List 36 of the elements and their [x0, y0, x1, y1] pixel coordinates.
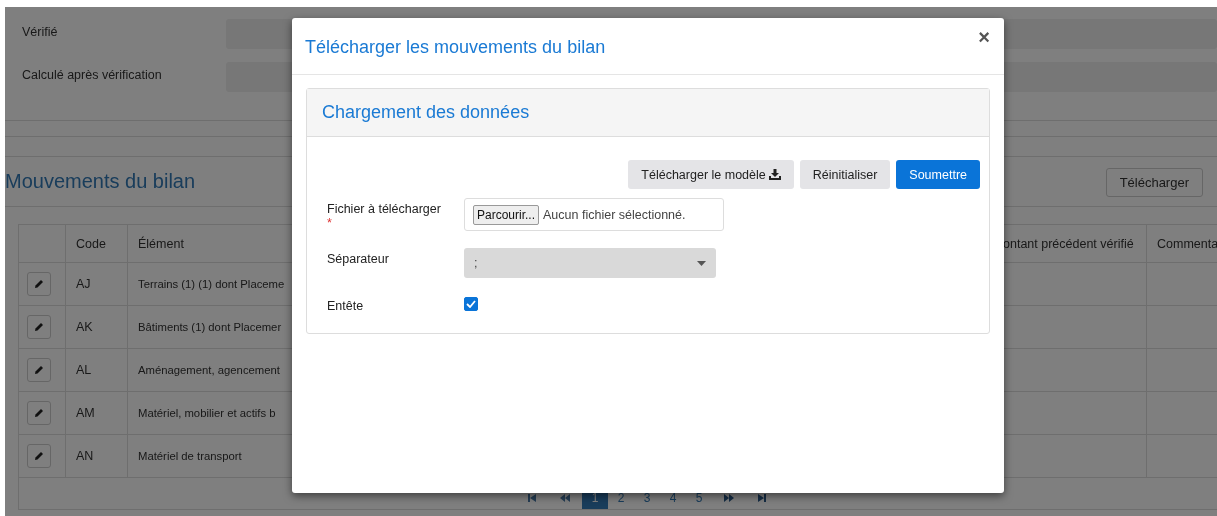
download-icon	[768, 169, 781, 180]
separator-select[interactable]: ;	[464, 248, 716, 278]
table-cell: AK	[65, 305, 128, 349]
section-title: Mouvements du bilan	[5, 170, 196, 193]
table-cell: AJ	[65, 262, 128, 306]
edit-button[interactable]	[27, 315, 51, 339]
edit-button[interactable]	[27, 358, 51, 382]
pencil-icon	[34, 322, 44, 332]
table-cell: AN	[65, 434, 128, 478]
first-page-icon[interactable]	[527, 493, 537, 503]
column-header: Code	[65, 224, 128, 263]
edit-button[interactable]	[27, 444, 51, 468]
panel-title: Chargement des données	[322, 102, 530, 123]
pencil-icon	[34, 451, 44, 461]
download-button[interactable]: Télécharger	[1105, 168, 1203, 197]
header-checkbox[interactable]	[464, 297, 478, 311]
download-template-button[interactable]: Télécharger le modèle	[628, 160, 794, 189]
table-cell: AM	[65, 391, 128, 435]
reset-button[interactable]: Réinitialiser	[799, 160, 891, 189]
close-button[interactable]: ×	[978, 26, 990, 49]
dialog-title: Télécharger les mouvements du bilan	[305, 36, 606, 58]
browse-button[interactable]: Parcourir...	[473, 204, 540, 225]
pencil-icon	[34, 279, 44, 289]
field-label: Vérifié	[21, 24, 59, 39]
pencil-icon	[34, 365, 44, 375]
file-status: Aucun fichier sélectionné.	[543, 207, 686, 222]
submit-button[interactable]: Soumettre	[896, 160, 980, 189]
field-label: Fichier à télécharger	[327, 202, 442, 216]
edit-button[interactable]	[27, 401, 51, 425]
pencil-icon	[34, 408, 44, 418]
edit-button[interactable]	[27, 272, 51, 296]
field-label: Calculé après vérification	[21, 67, 163, 82]
caret-icon	[697, 260, 706, 266]
file-input[interactable]: Parcourir... Aucun fichier sélectionné.	[464, 198, 724, 231]
last-page-icon[interactable]	[757, 493, 767, 503]
table-cell: AL	[65, 348, 128, 392]
